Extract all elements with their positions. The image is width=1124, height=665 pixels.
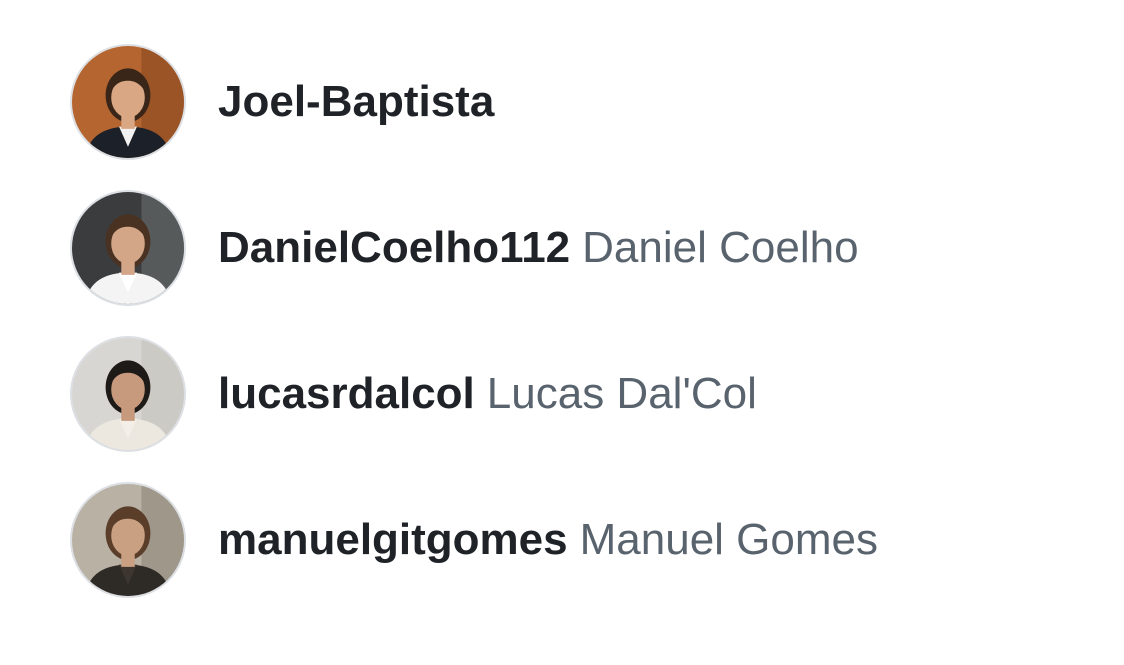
user-item-lucasrdalcol[interactable]: lucasrdalcol Lucas Dal'Col — [70, 334, 878, 454]
user-fullname: Manuel Gomes — [579, 515, 878, 564]
user-names: Joel-Baptista — [218, 80, 506, 124]
user-names: lucasrdalcol Lucas Dal'Col — [218, 372, 757, 416]
avatar-danielcoelho112-icon — [72, 192, 184, 304]
avatar[interactable] — [70, 44, 186, 160]
avatar-manuelgitgomes-icon — [72, 484, 184, 596]
user-names: manuelgitgomes Manuel Gomes — [218, 518, 878, 562]
user-item-manuelgitgomes[interactable]: manuelgitgomes Manuel Gomes — [70, 480, 878, 600]
user-login[interactable]: lucasrdalcol — [218, 369, 475, 418]
user-names: DanielCoelho112 Daniel Coelho — [218, 226, 859, 270]
avatar[interactable] — [70, 336, 186, 452]
avatar[interactable] — [70, 190, 186, 306]
user-login[interactable]: Joel-Baptista — [218, 77, 494, 126]
contributors-list: Joel-Baptista DanielCoelho112 Daniel Coel… — [70, 42, 878, 600]
avatar-lucasrdalcol-icon — [72, 338, 184, 450]
avatar-joel-baptista-icon — [72, 46, 184, 158]
user-item-danielcoelho112[interactable]: DanielCoelho112 Daniel Coelho — [70, 188, 878, 308]
user-login[interactable]: manuelgitgomes — [218, 515, 568, 564]
avatar[interactable] — [70, 482, 186, 598]
user-fullname: Lucas Dal'Col — [486, 369, 757, 418]
user-login[interactable]: DanielCoelho112 — [218, 223, 570, 272]
user-fullname: Daniel Coelho — [582, 223, 859, 272]
user-item-joel-baptista[interactable]: Joel-Baptista — [70, 42, 878, 162]
